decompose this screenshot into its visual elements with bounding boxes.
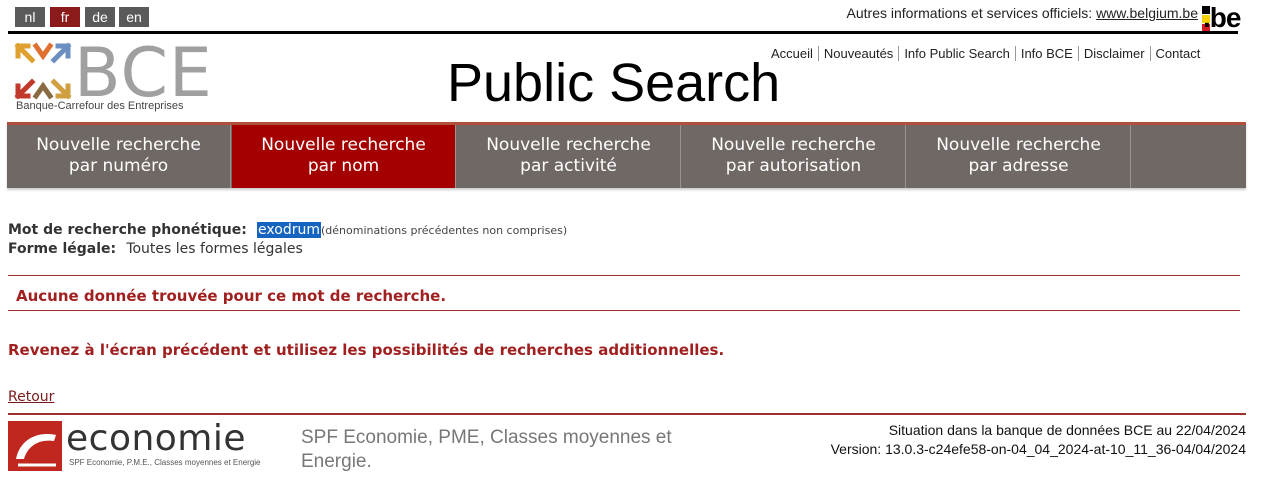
economie-logo-icon: [8, 421, 62, 471]
link-info-bce[interactable]: Info BCE: [1014, 46, 1078, 61]
link-disclaimer[interactable]: Disclaimer: [1077, 46, 1150, 61]
search-criteria-phonetic: Mot de recherche phonétique: exodrum(dén…: [8, 219, 567, 238]
bce-arrows-icon: [14, 42, 72, 100]
tab-par-adresse[interactable]: Nouvelle recherche par adresse: [907, 125, 1131, 188]
link-info-public-search[interactable]: Info Public Search: [898, 46, 1015, 61]
be-logo[interactable]: .be: [1203, 2, 1241, 34]
tab-label-line1: Nouvelle recherche: [711, 135, 876, 155]
tab-par-activite[interactable]: Nouvelle recherche par activité: [457, 125, 681, 188]
tab-label-line1: Nouvelle recherche: [261, 135, 426, 155]
belgium-link[interactable]: www.belgium.be: [1096, 5, 1198, 21]
bce-subtitle: Banque-Carrefour des Entreprises: [16, 100, 184, 112]
tab-par-nom[interactable]: Nouvelle recherche par nom: [232, 125, 456, 188]
tab-label-line2: par numéro: [68, 156, 169, 176]
link-accueil[interactable]: Accueil: [766, 46, 818, 61]
link-contact[interactable]: Contact: [1149, 46, 1206, 61]
message-divider-top: [8, 275, 1240, 276]
lang-fr-button[interactable]: fr: [50, 7, 80, 27]
tab-label-line2: par nom: [307, 156, 380, 176]
official-info: Autres informations et services officiel…: [847, 5, 1198, 21]
spf-name: SPF Economie, PME, Classes moyennes et E…: [301, 427, 672, 472]
page-title: Public Search: [447, 53, 781, 113]
lang-nl-button[interactable]: nl: [15, 7, 45, 27]
db-situation: Situation dans la banque de données BCE …: [888, 422, 1246, 438]
footer-divider: [8, 413, 1246, 415]
legal-label: Forme légale:: [8, 241, 117, 257]
tab-label-line2: par autorisation: [725, 156, 862, 176]
economie-logo[interactable]: economie: [66, 418, 246, 459]
official-info-text: Autres informations et services officiel…: [846, 5, 1093, 21]
phonetic-note: (dénominations précédentes non comprises…: [320, 224, 568, 237]
tab-label-line2: par adresse: [968, 156, 1069, 176]
tab-label-line2: par activité: [520, 156, 617, 176]
phonetic-label: Mot de recherche phonétique:: [8, 222, 247, 238]
lang-en-button[interactable]: en: [119, 7, 149, 27]
link-nouveautes[interactable]: Nouveautés: [817, 46, 899, 61]
top-links: Accueil Nouveautés Info Public Search Info …: [766, 46, 1206, 61]
tab-par-autorisation[interactable]: Nouvelle recherche par autorisation: [682, 125, 906, 188]
tab-label-line1: Nouvelle recherche: [486, 135, 651, 155]
lang-de-button[interactable]: de: [85, 7, 115, 27]
legal-value: Toutes les formes légales: [126, 241, 303, 257]
message-divider-bottom: [8, 310, 1240, 311]
retour-link[interactable]: Retour: [8, 389, 54, 405]
tab-par-numero[interactable]: Nouvelle recherche par numéro: [7, 125, 231, 188]
no-data-message: Aucune donnée trouvée pour ce mot de rec…: [16, 287, 447, 305]
db-status: Situation dans la banque de données BCE …: [831, 421, 1246, 459]
go-back-message: Revenez à l'écran précédent et utilisez …: [8, 341, 725, 359]
search-nav: Nouvelle recherche par numéro Nouvelle r…: [7, 122, 1246, 188]
search-criteria-legal: Forme légale: Toutes les formes légales: [8, 238, 303, 257]
economie-subtitle: SPF Economie, P.M.E., Classes moyennes e…: [69, 458, 261, 467]
phonetic-value: exodrum: [257, 222, 321, 238]
tab-label-line1: Nouvelle recherche: [936, 135, 1101, 155]
app-version: Version: 13.0.3-c24efe58-on-04_04_2024-a…: [830, 441, 1246, 457]
tab-label-line1: Nouvelle recherche: [36, 135, 201, 155]
